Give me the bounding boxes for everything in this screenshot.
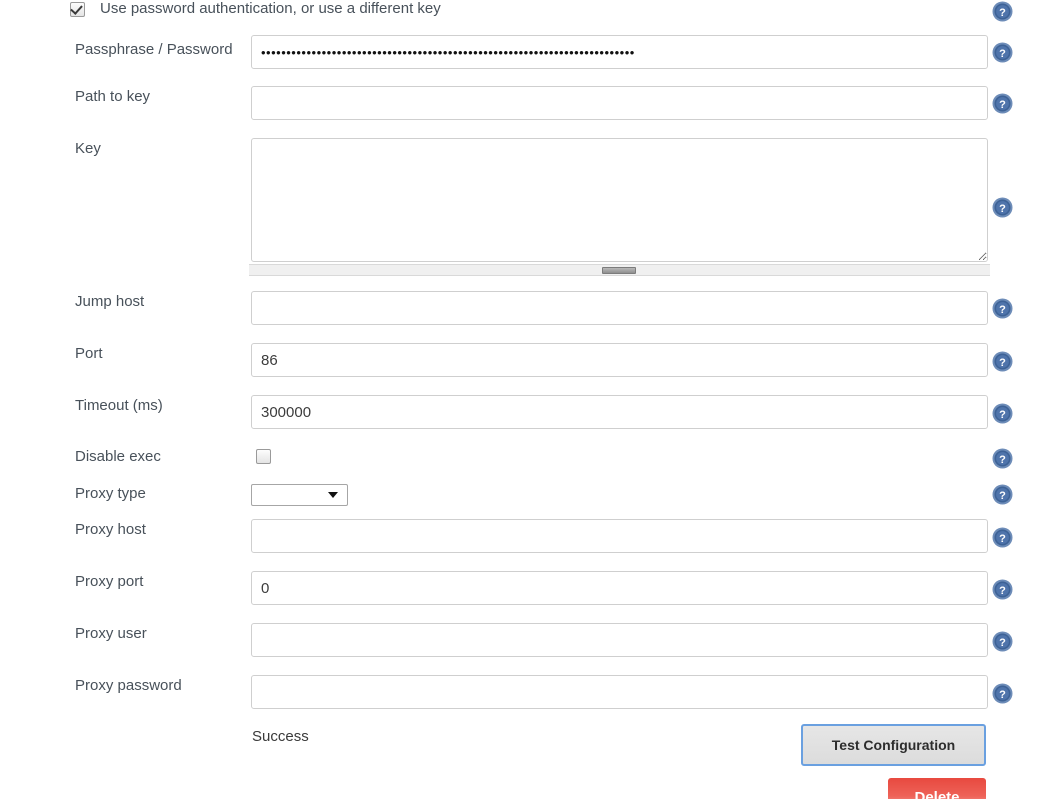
passphrase-input[interactable]	[251, 35, 988, 69]
help-circle-icon[interactable]: ?	[992, 484, 1013, 505]
proxy-port-input[interactable]	[251, 571, 988, 605]
key-textarea[interactable]	[251, 138, 988, 262]
delete-button[interactable]: Delete	[888, 778, 986, 799]
help-circle-icon[interactable]: ?	[992, 631, 1013, 652]
scrollbar-thumb[interactable]	[602, 267, 636, 274]
use-password-authentication-label: Use password authentication, or use a di…	[100, 0, 441, 17]
passphrase-label: Passphrase / Password	[75, 41, 233, 58]
path-to-key-label: Path to key	[75, 88, 151, 105]
proxy-user-input[interactable]	[251, 623, 988, 657]
timeout-input[interactable]	[251, 395, 988, 429]
help-circle-icon[interactable]: ?	[992, 683, 1013, 704]
proxy-type-select[interactable]	[251, 484, 348, 506]
ssh-configuration-form: Use password authentication, or use a di…	[0, 0, 1041, 799]
svg-text:?: ?	[999, 533, 1006, 545]
svg-text:?: ?	[999, 490, 1006, 502]
timeout-label: Timeout (ms)	[75, 397, 163, 414]
svg-text:?: ?	[999, 7, 1006, 19]
disable-exec-label: Disable exec	[75, 448, 161, 465]
svg-text:?: ?	[999, 304, 1006, 316]
use-password-authentication-checkbox[interactable]	[70, 2, 85, 17]
test-configuration-button[interactable]: Test Configuration	[801, 724, 986, 766]
proxy-host-label: Proxy host	[75, 521, 146, 538]
svg-text:?: ?	[999, 454, 1006, 466]
proxy-user-label: Proxy user	[75, 625, 147, 642]
svg-text:?: ?	[999, 48, 1006, 60]
jump-host-label: Jump host	[75, 293, 145, 310]
status-message: Success	[252, 728, 309, 745]
horizontal-scrollbar[interactable]	[249, 264, 990, 276]
proxy-password-input[interactable]	[251, 675, 988, 709]
port-input[interactable]	[251, 343, 988, 377]
help-circle-icon[interactable]: ?	[992, 527, 1013, 548]
jump-host-input[interactable]	[251, 291, 988, 325]
proxy-host-input[interactable]	[251, 519, 988, 553]
svg-text:?: ?	[999, 409, 1006, 421]
svg-text:?: ?	[999, 637, 1006, 649]
help-circle-icon[interactable]: ?	[992, 298, 1013, 319]
key-label: Key	[75, 140, 101, 157]
svg-text:?: ?	[999, 99, 1006, 111]
proxy-type-label: Proxy type	[75, 485, 146, 502]
svg-text:?: ?	[999, 689, 1006, 701]
path-to-key-input[interactable]	[251, 86, 988, 120]
port-label: Port	[75, 345, 103, 362]
help-circle-icon[interactable]: ?	[992, 93, 1013, 114]
help-circle-icon[interactable]: ?	[992, 42, 1013, 63]
help-circle-icon[interactable]: ?	[992, 1, 1013, 22]
proxy-port-label: Proxy port	[75, 573, 144, 590]
help-circle-icon[interactable]: ?	[992, 351, 1013, 372]
proxy-password-label: Proxy password	[75, 677, 182, 694]
help-circle-icon[interactable]: ?	[992, 403, 1013, 424]
svg-text:?: ?	[999, 203, 1006, 215]
help-circle-icon[interactable]: ?	[992, 448, 1013, 469]
help-circle-icon[interactable]: ?	[992, 197, 1013, 218]
svg-text:?: ?	[999, 585, 1006, 597]
disable-exec-checkbox[interactable]	[256, 449, 271, 464]
svg-text:?: ?	[999, 357, 1006, 369]
help-circle-icon[interactable]: ?	[992, 579, 1013, 600]
